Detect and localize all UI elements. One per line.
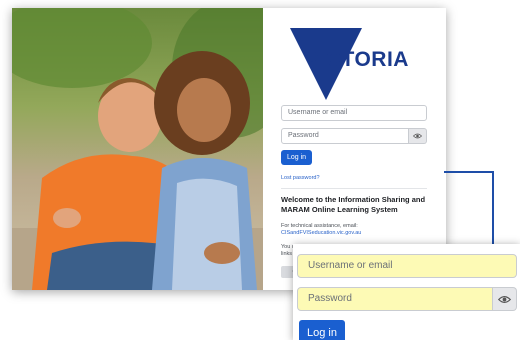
zoom-password-input[interactable]: Password (297, 287, 493, 311)
connector-line (444, 171, 494, 173)
hero-photo (12, 8, 263, 290)
support-email-link[interactable]: CISandFVISeducation.vic.gov.au (281, 230, 361, 236)
login-button[interactable]: Log in (281, 150, 312, 165)
eye-icon (413, 133, 422, 139)
show-password-button[interactable] (409, 128, 427, 144)
eye-icon (498, 295, 511, 303)
username-input[interactable]: Username or email (281, 105, 427, 121)
zoom-show-password-button[interactable] (493, 287, 517, 311)
brand-logo-text: VICTORIA (305, 48, 409, 71)
divider (281, 188, 427, 189)
lost-password-link[interactable]: Lost password? (281, 175, 320, 181)
zoom-login-button[interactable]: Log in (299, 320, 345, 340)
welcome-heading: Welcome to the Information Sharing and M… (281, 195, 426, 214)
password-input[interactable]: Password (281, 128, 409, 144)
zoom-callout: Username or email Password Log in (293, 244, 520, 340)
zoom-username-input[interactable]: Username or email (297, 254, 517, 278)
tech-assistance-text: For technical assistance, email: (281, 223, 358, 229)
connector-line-vertical (492, 171, 494, 245)
